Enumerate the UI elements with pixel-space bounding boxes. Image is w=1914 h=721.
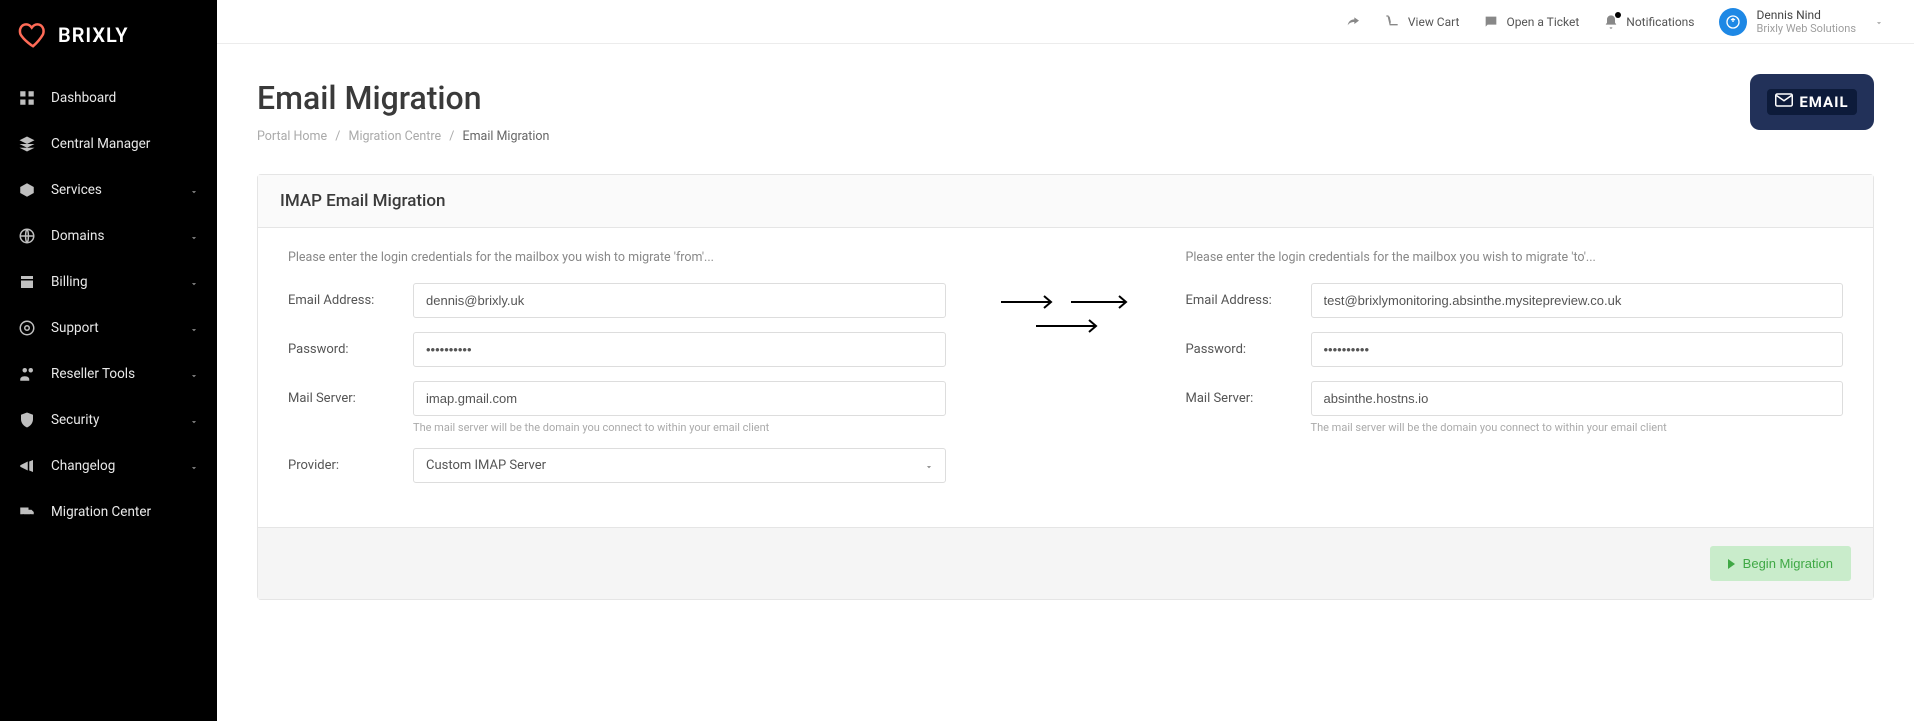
central-manager-icon	[18, 135, 36, 153]
sidebar-item-label: Domains	[51, 228, 199, 244]
breadcrumb-link[interactable]: Migration Centre	[349, 129, 442, 144]
to-intro: Please enter the login credentials for t…	[1186, 250, 1844, 265]
services-icon	[18, 181, 36, 199]
brand-heart-icon	[18, 20, 48, 50]
sidebar-item-label: Dashboard	[51, 90, 199, 106]
from-password-input[interactable]	[413, 332, 946, 367]
mail-icon	[1775, 93, 1793, 111]
sidebar-item-label: Security	[51, 412, 199, 428]
page-title: Email Migration	[257, 79, 1874, 117]
share-button[interactable]	[1345, 14, 1361, 30]
sidebar-item-reseller-tools[interactable]: Reseller Tools	[0, 351, 217, 397]
sidebar-item-changelog[interactable]: Changelog	[0, 443, 217, 489]
to-password-label: Password:	[1186, 342, 1311, 357]
sidebar-item-central-manager[interactable]: Central Manager	[0, 121, 217, 167]
main: View Cart Open a Ticket Notifications De…	[217, 0, 1914, 721]
user-name: Dennis Nind	[1757, 8, 1857, 22]
sidebar-item-label: Changelog	[51, 458, 199, 474]
avatar	[1719, 8, 1747, 36]
from-password-label: Password:	[288, 342, 413, 357]
sidebar-item-label: Services	[51, 182, 199, 198]
user-org: Brixly Web Solutions	[1757, 22, 1857, 35]
brand-text: BRIXLY	[58, 23, 129, 47]
to-mailserver-label: Mail Server:	[1186, 391, 1311, 406]
shield-icon	[18, 411, 36, 429]
migration-card: IMAP Email Migration Please enter the lo…	[257, 174, 1874, 600]
bell-icon	[1603, 14, 1619, 30]
email-badge: EMAIL	[1750, 74, 1874, 130]
sidebar-nav: Dashboard Central Manager Services Domai…	[0, 75, 217, 535]
notifications-label: Notifications	[1626, 15, 1694, 29]
from-mailserver-input[interactable]	[413, 381, 946, 416]
chevron-down-icon	[189, 461, 199, 471]
card-footer: Begin Migration	[258, 527, 1873, 599]
chevron-down-icon	[189, 323, 199, 333]
breadcrumb: Portal Home / Migration Centre / Email M…	[257, 129, 1874, 144]
cart-icon	[1385, 14, 1401, 30]
open-ticket-label: Open a Ticket	[1506, 15, 1579, 29]
chevron-down-icon	[189, 231, 199, 241]
sidebar-item-migration-center[interactable]: Migration Center	[0, 489, 217, 535]
from-column: Please enter the login credentials for t…	[288, 250, 946, 497]
breadcrumb-sep: /	[449, 129, 454, 144]
to-mailserver-input[interactable]	[1311, 381, 1844, 416]
to-mailserver-helper: The mail server will be the domain you c…	[1311, 421, 1844, 434]
to-column: Please enter the login credentials for t…	[1186, 250, 1844, 497]
to-email-input[interactable]	[1311, 283, 1844, 318]
sidebar-item-label: Reseller Tools	[51, 366, 199, 382]
sidebar-item-services[interactable]: Services	[0, 167, 217, 213]
breadcrumb-current: Email Migration	[462, 129, 549, 144]
user-menu[interactable]: Dennis Nind Brixly Web Solutions	[1719, 8, 1885, 36]
chevron-down-icon	[189, 277, 199, 287]
reseller-tools-icon	[18, 365, 36, 383]
to-password-input[interactable]	[1311, 332, 1844, 367]
arrows-icon	[976, 250, 1156, 497]
chevron-down-icon	[189, 369, 199, 379]
topbar: View Cart Open a Ticket Notifications De…	[217, 0, 1914, 44]
chevron-down-icon	[1874, 17, 1884, 27]
dashboard-icon	[18, 89, 36, 107]
ticket-icon	[1483, 14, 1499, 30]
share-icon	[1345, 14, 1361, 30]
chevron-down-icon	[189, 185, 199, 195]
domains-icon	[18, 227, 36, 245]
sidebar-item-label: Migration Center	[51, 504, 199, 520]
sidebar-item-security[interactable]: Security	[0, 397, 217, 443]
view-cart-label: View Cart	[1408, 15, 1460, 29]
breadcrumb-link[interactable]: Portal Home	[257, 129, 327, 144]
brand-logo[interactable]: BRIXLY	[0, 10, 217, 75]
truck-icon	[18, 503, 36, 521]
sidebar-item-label: Central Manager	[51, 136, 199, 152]
begin-migration-button[interactable]: Begin Migration	[1710, 546, 1851, 581]
from-intro: Please enter the login credentials for t…	[288, 250, 946, 265]
card-title: IMAP Email Migration	[258, 175, 1873, 228]
sidebar-item-dashboard[interactable]: Dashboard	[0, 75, 217, 121]
view-cart-button[interactable]: View Cart	[1385, 14, 1460, 30]
to-email-label: Email Address:	[1186, 293, 1311, 308]
breadcrumb-sep: /	[335, 129, 340, 144]
from-email-input[interactable]	[413, 283, 946, 318]
from-provider-label: Provider:	[288, 458, 413, 473]
play-icon	[1728, 559, 1735, 569]
begin-migration-label: Begin Migration	[1743, 556, 1833, 571]
sidebar-item-billing[interactable]: Billing	[0, 259, 217, 305]
from-mailserver-helper: The mail server will be the domain you c…	[413, 421, 946, 434]
sidebar-item-label: Support	[51, 320, 199, 336]
open-ticket-button[interactable]: Open a Ticket	[1483, 14, 1579, 30]
chevron-down-icon	[189, 415, 199, 425]
from-provider-select[interactable]: Custom IMAP Server	[413, 448, 946, 483]
notification-dot-icon	[1615, 12, 1621, 18]
from-email-label: Email Address:	[288, 293, 413, 308]
email-badge-label: EMAIL	[1799, 93, 1848, 111]
billing-icon	[18, 273, 36, 291]
bullhorn-icon	[18, 457, 36, 475]
sidebar-item-domains[interactable]: Domains	[0, 213, 217, 259]
sidebar-item-support[interactable]: Support	[0, 305, 217, 351]
support-icon	[18, 319, 36, 337]
notifications-button[interactable]: Notifications	[1603, 14, 1694, 30]
from-mailserver-label: Mail Server:	[288, 391, 413, 406]
sidebar-item-label: Billing	[51, 274, 199, 290]
sidebar: BRIXLY Dashboard Central Manager Service…	[0, 0, 217, 721]
